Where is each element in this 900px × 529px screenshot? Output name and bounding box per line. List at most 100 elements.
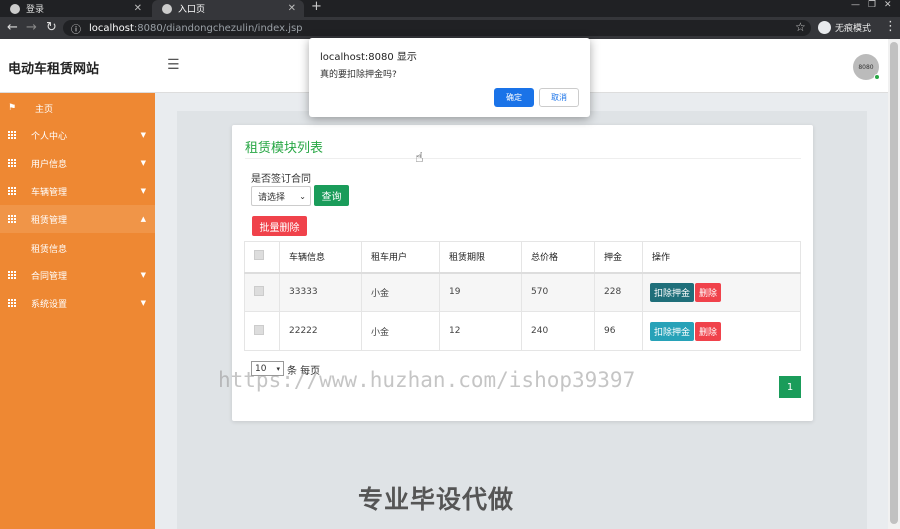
url-field[interactable]: ⓘ localhost:8080/diandongchezulin/index.… bbox=[63, 20, 811, 36]
dialog-cancel-button[interactable]: 取消 bbox=[539, 88, 579, 107]
grid-icon bbox=[8, 299, 16, 307]
batch-delete-button[interactable]: 批量删除 bbox=[252, 216, 307, 236]
divider bbox=[245, 158, 801, 159]
actions-cell: 扣除押金 删除 bbox=[642, 311, 801, 351]
sidebar-item-label: 系统设置 bbox=[31, 299, 68, 310]
promo-text: 专业毕设代做 bbox=[358, 485, 515, 514]
select-all-cell bbox=[244, 241, 280, 274]
deposit-cell: 96 bbox=[594, 311, 643, 351]
incognito-label: 无痕模式 bbox=[835, 24, 872, 34]
sidebar-item-label: 用户信息 bbox=[31, 159, 68, 170]
grid-icon bbox=[8, 271, 16, 279]
caret-down-icon: ▼ bbox=[140, 299, 146, 307]
menu-toggle-icon[interactable]: ☰ bbox=[167, 57, 180, 73]
grid-icon bbox=[8, 131, 16, 139]
back-icon[interactable]: ← bbox=[7, 20, 18, 36]
close-window-icon[interactable]: ✕ bbox=[884, 0, 892, 10]
tab-label: 登录 bbox=[26, 5, 45, 15]
deduct-deposit-button[interactable]: 扣除押金 bbox=[650, 321, 695, 341]
sidebar-item-label: 主页 bbox=[35, 104, 54, 115]
delete-button[interactable]: 删除 bbox=[695, 282, 722, 302]
tab-entry[interactable]: 入口页 ✕ bbox=[152, 0, 304, 17]
sidebar-item-label: 车辆管理 bbox=[31, 187, 68, 198]
select-value: 请选择 bbox=[258, 192, 286, 203]
address-bar: ← → ↻ ⓘ localhost:8080/diandongchezulin/… bbox=[0, 17, 900, 39]
column-header: 租车用户 bbox=[361, 241, 440, 274]
row-select-cell bbox=[244, 311, 280, 351]
dialog-title: localhost:8080 显示 bbox=[320, 52, 417, 63]
table-row: 22222 小金 12 240 96 扣除押金 删除 bbox=[244, 311, 801, 351]
caret-down-icon: ▼ bbox=[140, 159, 146, 167]
user-cell: 小金 bbox=[361, 311, 440, 351]
confirm-dialog: localhost:8080 显示 真的要扣除押金吗? 确定 取消 bbox=[309, 38, 590, 117]
globe-icon bbox=[10, 3, 20, 14]
info-icon[interactable]: ⓘ bbox=[71, 21, 81, 36]
caret-up-icon: ▲ bbox=[140, 215, 146, 223]
chevron-down-icon: ⌄ bbox=[299, 191, 306, 201]
sidebar-item-system-settings[interactable]: 系统设置 ▼ bbox=[0, 289, 155, 317]
caret-down-icon: ▼ bbox=[140, 187, 146, 195]
minimize-icon[interactable]: — bbox=[851, 0, 860, 10]
new-tab-icon[interactable]: + bbox=[311, 0, 322, 14]
page-title: 租赁模块列表 bbox=[245, 141, 324, 156]
deduct-deposit-button[interactable]: 扣除押金 bbox=[650, 282, 695, 302]
close-icon[interactable]: ✕ bbox=[134, 3, 142, 14]
user-cell: 小金 bbox=[361, 272, 440, 312]
total-cell: 570 bbox=[521, 272, 595, 312]
watermark-text: https://www.huzhan.com/ishop39397 bbox=[218, 368, 636, 392]
table-row: 33333 小金 19 570 228 扣除押金 删除 bbox=[244, 272, 801, 312]
browser-tab-strip: 登录 ✕ 入口页 ✕ + — ❐ ✕ bbox=[0, 0, 900, 17]
term-cell: 12 bbox=[439, 311, 522, 351]
term-cell: 19 bbox=[439, 272, 522, 312]
query-button[interactable]: 查询 bbox=[314, 185, 349, 206]
contract-filter-select[interactable]: 请选择 ⌄ bbox=[251, 186, 311, 206]
contract-filter-label: 是否签订合同 bbox=[251, 174, 311, 185]
delete-button[interactable]: 删除 bbox=[695, 321, 722, 341]
sidebar-item-label: 租赁管理 bbox=[31, 215, 68, 226]
sidebar-item-rental-management[interactable]: 租赁管理 ▲ bbox=[0, 205, 155, 233]
caret-down-icon: ▼ bbox=[140, 131, 146, 139]
globe-icon bbox=[162, 3, 172, 14]
sidebar-subitem-rental-info[interactable]: 租赁信息 bbox=[31, 242, 67, 255]
sidebar-item-vehicle-management[interactable]: 车辆管理 ▼ bbox=[0, 177, 155, 205]
actions-cell: 扣除押金 删除 bbox=[642, 272, 801, 312]
sidebar-item-user-info[interactable]: 用户信息 ▼ bbox=[0, 149, 155, 177]
rental-table: 车辆信息 租车用户 租赁期限 总价格 押金 操作 33333 小金 19 570… bbox=[244, 241, 801, 351]
pagination-page-button[interactable]: 1 bbox=[779, 376, 801, 398]
tab-label: 入口页 bbox=[178, 5, 206, 15]
total-cell: 240 bbox=[521, 311, 595, 351]
vehicle-cell: 33333 bbox=[279, 272, 362, 312]
restore-icon[interactable]: ❐ bbox=[868, 0, 876, 10]
dialog-ok-button[interactable]: 确定 bbox=[494, 88, 534, 107]
bookmark-star-icon[interactable]: ☆ bbox=[795, 20, 806, 34]
table-header-row: 车辆信息 租车用户 租赁期限 总价格 押金 操作 bbox=[244, 241, 801, 274]
sidebar-item-home[interactable]: ⚑ 主页 bbox=[0, 94, 155, 122]
dialog-message: 真的要扣除押金吗? bbox=[320, 70, 397, 80]
grid-icon bbox=[8, 159, 16, 167]
sidebar: ⚑ 主页 个人中心 ▼ 用户信息 ▼ 车辆管理 ▼ 租赁管理 ▲ 租赁信息 合同… bbox=[0, 93, 155, 529]
column-header: 押金 bbox=[594, 241, 643, 274]
browser-menu-icon[interactable]: ⋮ bbox=[884, 19, 897, 34]
vehicle-cell: 22222 bbox=[279, 311, 362, 351]
reload-icon[interactable]: ↻ bbox=[46, 20, 57, 36]
row-checkbox[interactable] bbox=[254, 285, 264, 296]
online-status-dot bbox=[874, 74, 880, 80]
column-header: 车辆信息 bbox=[279, 241, 362, 274]
tab-login[interactable]: 登录 ✕ bbox=[0, 0, 150, 17]
select-all-checkbox[interactable] bbox=[254, 250, 264, 261]
incognito-indicator[interactable]: 无痕模式 bbox=[818, 21, 871, 34]
close-icon[interactable]: ✕ bbox=[288, 3, 296, 14]
incognito-icon bbox=[818, 21, 831, 34]
row-checkbox[interactable] bbox=[254, 324, 264, 335]
sidebar-item-personal-center[interactable]: 个人中心 ▼ bbox=[0, 121, 155, 149]
url-host: localhost bbox=[89, 22, 134, 34]
forward-icon[interactable]: → bbox=[26, 20, 37, 36]
grid-icon bbox=[8, 215, 16, 223]
hand-cursor-icon: ☝ bbox=[415, 150, 424, 166]
flag-icon: ⚑ bbox=[8, 103, 17, 113]
sidebar-item-contract-management[interactable]: 合同管理 ▼ bbox=[0, 261, 155, 289]
column-header: 操作 bbox=[642, 241, 801, 274]
scrollbar-thumb[interactable] bbox=[890, 42, 898, 524]
sidebar-item-label: 合同管理 bbox=[31, 271, 68, 282]
sidebar-item-label: 个人中心 bbox=[31, 131, 68, 142]
